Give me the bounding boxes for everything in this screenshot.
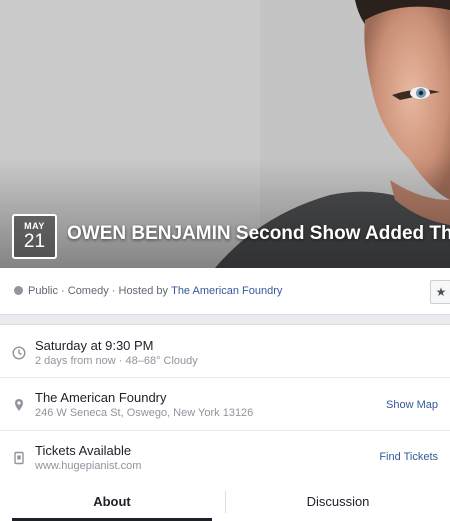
time-row: Saturday at 9:30 PM 2 days from now · 48… (0, 325, 450, 378)
find-tickets-link[interactable]: Find Tickets (379, 451, 438, 463)
tab-divider (225, 491, 226, 513)
tickets-title: Tickets Available (35, 443, 132, 458)
tab-about[interactable]: About (12, 483, 212, 521)
time-subtitle: 2 days from now · 48–68° Cloudy (35, 355, 198, 367)
ticket-icon (14, 451, 24, 465)
time-title: Saturday at 9:30 PM (35, 338, 154, 353)
cover-gradient-overlay (0, 158, 450, 268)
interested-button[interactable]: ★ (430, 280, 450, 304)
map-pin-icon (15, 399, 23, 411)
tab-discussion[interactable]: Discussion (238, 483, 438, 521)
event-meta-bar: Public · Comedy · Hosted by The American… (0, 268, 450, 315)
event-date-day: 21 (23, 231, 46, 252)
event-date-month: MAY (24, 221, 45, 231)
event-date-badge: MAY 21 (12, 214, 57, 259)
privacy-label: Public (28, 285, 58, 297)
hosted-by-prefix: Hosted by (118, 285, 169, 297)
location-address: 246 W Seneca St, Oswego, New York 13126 (35, 407, 254, 419)
event-title: OWEN BENJAMIN Second Show Added This S (67, 223, 450, 244)
tickets-row: Tickets Available www.hugepianist.com Fi… (0, 431, 450, 484)
event-meta-line: Public · Comedy · Hosted by The American… (14, 285, 282, 297)
location-title[interactable]: The American Foundry (35, 390, 167, 405)
clock-icon (12, 346, 26, 360)
event-tabs: About Discussion (0, 483, 450, 521)
tickets-url[interactable]: www.hugepianist.com (35, 460, 141, 472)
globe-icon (14, 286, 23, 295)
show-map-link[interactable]: Show Map (386, 399, 438, 411)
host-link[interactable]: The American Foundry (171, 285, 282, 297)
location-row[interactable]: The American Foundry 246 W Seneca St, Os… (0, 378, 450, 431)
star-icon: ★ (435, 285, 447, 299)
category-label: Comedy (67, 285, 109, 297)
